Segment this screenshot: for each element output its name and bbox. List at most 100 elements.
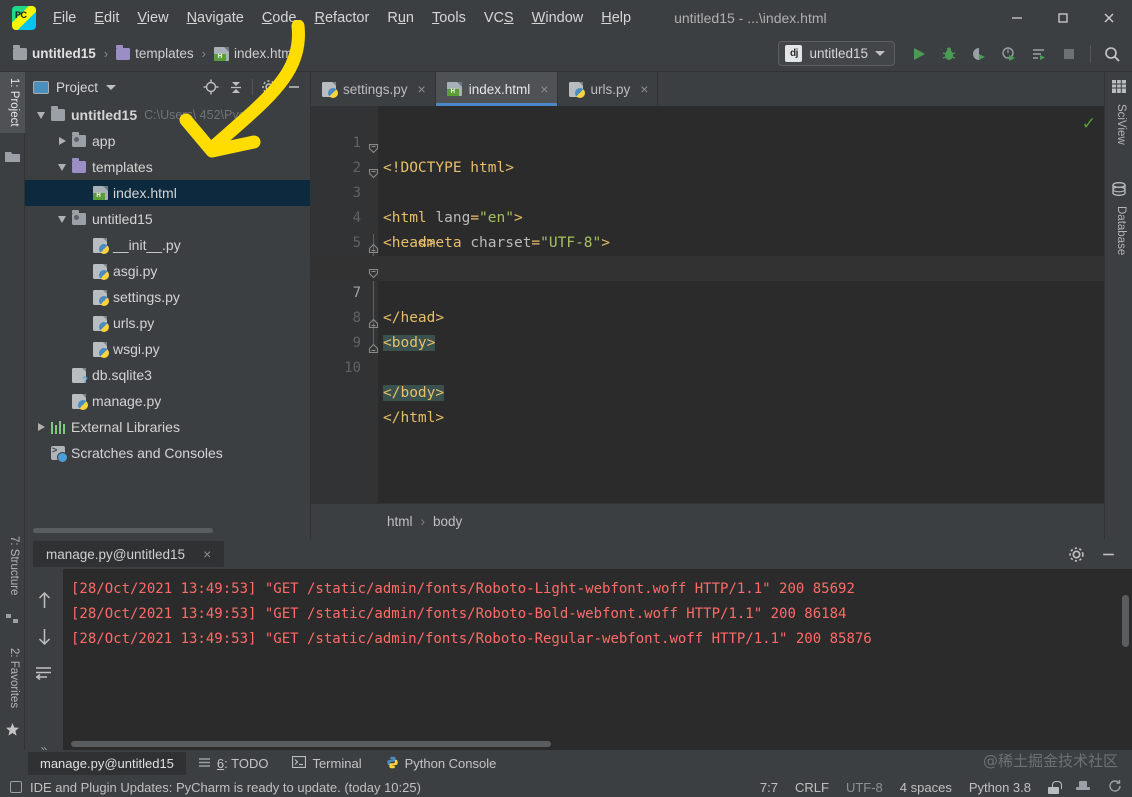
chevron-right-icon: › bbox=[101, 46, 111, 61]
inspection-ok-icon[interactable]: ✓ bbox=[1082, 114, 1096, 134]
profile-icon[interactable] bbox=[995, 40, 1023, 68]
menu-item-file[interactable]: File bbox=[44, 7, 85, 29]
hide-panel-icon[interactable] bbox=[282, 75, 306, 99]
sidebar-item-database[interactable]: Database bbox=[1107, 200, 1132, 261]
indent-setting[interactable]: 4 spaces bbox=[900, 780, 952, 795]
menu-item-navigate[interactable]: Navigate bbox=[178, 7, 253, 29]
tree-item-manage-py[interactable]: manage.py bbox=[25, 388, 310, 414]
line-separator[interactable]: CRLF bbox=[795, 780, 829, 795]
editor-tab-index-html[interactable]: index.html× bbox=[436, 72, 559, 106]
lock-icon[interactable] bbox=[1048, 781, 1059, 794]
maximize-icon[interactable] bbox=[1040, 0, 1086, 36]
settings-gear-icon[interactable] bbox=[1064, 542, 1088, 566]
hide-panel-icon[interactable] bbox=[1096, 542, 1120, 566]
fold-end-icon[interactable] bbox=[368, 313, 379, 324]
menu-item-refactor[interactable]: Refactor bbox=[306, 7, 379, 29]
menu-item-view[interactable]: View bbox=[128, 7, 177, 29]
bottom-tab-python-console[interactable]: Python Console bbox=[374, 752, 509, 776]
breadcrumb-item-untitled15[interactable]: untitled15 bbox=[10, 44, 99, 63]
menu-item-window[interactable]: Window bbox=[523, 7, 593, 29]
sync-icon[interactable] bbox=[1107, 778, 1122, 796]
console-horizontal-scrollbar[interactable] bbox=[71, 741, 551, 747]
search-everywhere-icon[interactable] bbox=[1098, 40, 1126, 68]
tree-item-templates[interactable]: templates bbox=[25, 154, 310, 180]
up-arrow-icon[interactable] bbox=[36, 591, 53, 614]
menu-item-code[interactable]: Code bbox=[253, 7, 306, 29]
editor-tab-settings-py[interactable]: settings.py× bbox=[311, 72, 436, 106]
down-arrow-icon[interactable] bbox=[36, 628, 53, 651]
chevron-right-icon[interactable] bbox=[54, 137, 70, 145]
close-icon[interactable]: × bbox=[540, 81, 548, 97]
fold-collapse-icon[interactable] bbox=[368, 263, 379, 274]
soft-wrap-icon[interactable] bbox=[35, 665, 53, 686]
console-line: [28/Oct/2021 13:49:53] "GET /static/admi… bbox=[71, 602, 1132, 627]
tree-item-index-html[interactable]: index.html bbox=[25, 180, 310, 206]
sidebar-item-favorites[interactable]: 2: Favorites bbox=[0, 642, 25, 714]
settings-gear-icon[interactable] bbox=[257, 75, 281, 99]
run-icon[interactable] bbox=[905, 40, 933, 68]
run-todo-icon[interactable] bbox=[1025, 40, 1053, 68]
minimize-icon[interactable] bbox=[994, 0, 1040, 36]
caret-position[interactable]: 7:7 bbox=[760, 780, 778, 795]
bottom-tab-6--todo[interactable]: 6: TODO bbox=[186, 752, 281, 776]
menu-item-tools[interactable]: Tools bbox=[423, 7, 475, 29]
sidebar-item-structure[interactable]: 7: Structure bbox=[0, 530, 25, 601]
menu-item-run[interactable]: Run bbox=[378, 7, 423, 29]
close-icon[interactable] bbox=[1086, 0, 1132, 36]
tree-item-app[interactable]: app bbox=[25, 128, 310, 154]
tree-item-settings-py[interactable]: settings.py bbox=[25, 284, 310, 310]
project-panel-scrollbar[interactable] bbox=[33, 528, 213, 533]
fold-collapse-icon[interactable] bbox=[368, 163, 379, 174]
bottom-tab-manage-py-untitled15[interactable]: manage.py@untitled15 bbox=[28, 752, 186, 775]
sidebar-item-sciview[interactable]: SciView bbox=[1107, 98, 1132, 151]
stop-icon[interactable] bbox=[1055, 40, 1083, 68]
hat-icon[interactable] bbox=[1076, 781, 1090, 793]
menu-item-help[interactable]: Help bbox=[592, 7, 640, 29]
notification-icon[interactable] bbox=[10, 781, 22, 793]
fold-end-icon[interactable] bbox=[368, 338, 379, 349]
tree-item---init---py[interactable]: __init__.py bbox=[25, 232, 310, 258]
file-encoding[interactable]: UTF-8 bbox=[846, 780, 883, 795]
run-coverage-icon[interactable] bbox=[965, 40, 993, 68]
close-icon[interactable]: × bbox=[418, 81, 426, 97]
console-vertical-scrollbar[interactable] bbox=[1122, 595, 1129, 647]
python-interpreter[interactable]: Python 3.8 bbox=[969, 780, 1031, 795]
project-tree[interactable]: untitled15C:\Users\ 452\Pychapptemplates… bbox=[25, 102, 310, 517]
chevron-down-icon[interactable] bbox=[54, 216, 70, 223]
fold-end-icon[interactable] bbox=[368, 238, 379, 249]
tree-item-wsgi-py[interactable]: wsgi.py bbox=[25, 336, 310, 362]
chevron-down-icon[interactable] bbox=[54, 164, 70, 171]
run-console[interactable]: [28/Oct/2021 13:49:53] "GET /static/admi… bbox=[63, 569, 1132, 750]
tree-item-urls-py[interactable]: urls.py bbox=[25, 310, 310, 336]
bottom-tab-terminal[interactable]: Terminal bbox=[280, 752, 373, 775]
tree-item-db-sqlite3[interactable]: db.sqlite3 bbox=[25, 362, 310, 388]
tree-item-label: __init__.py bbox=[113, 237, 181, 253]
chevron-down-icon[interactable] bbox=[106, 85, 116, 90]
close-icon[interactable]: × bbox=[640, 81, 648, 97]
tree-item-asgi-py[interactable]: asgi.py bbox=[25, 258, 310, 284]
run-tab[interactable]: manage.py@untitled15 × bbox=[33, 541, 224, 567]
tree-item-untitled15[interactable]: untitled15 bbox=[25, 206, 310, 232]
breadcrumb-item-templates[interactable]: templates bbox=[113, 44, 197, 63]
editor-tab-urls-py[interactable]: urls.py× bbox=[558, 72, 658, 106]
close-icon[interactable]: × bbox=[203, 546, 211, 562]
breadcrumb-body[interactable]: body bbox=[433, 514, 462, 529]
breadcrumb-html[interactable]: html bbox=[387, 514, 413, 529]
code-editor[interactable]: 1 <!DOCTYPE html> 2 <html lang="en"> 3 <… bbox=[311, 106, 1104, 503]
bottom-tool-tabs: manage.py@untitled156: TODOTerminalPytho… bbox=[0, 750, 1132, 777]
breadcrumb-item-index-html[interactable]: index.html bbox=[211, 44, 299, 63]
tree-item-scratches-and-consoles[interactable]: Scratches and Consoles bbox=[25, 440, 310, 466]
chevron-right-icon[interactable] bbox=[33, 423, 49, 431]
chevron-down-icon[interactable] bbox=[33, 112, 49, 119]
menu-item-edit[interactable]: Edit bbox=[85, 7, 128, 29]
fold-collapse-icon[interactable] bbox=[368, 138, 379, 149]
tree-item-untitled15[interactable]: untitled15C:\Users\ 452\Pych bbox=[25, 102, 310, 128]
collapse-all-icon[interactable] bbox=[224, 75, 248, 99]
status-message[interactable]: IDE and Plugin Updates: PyCharm is ready… bbox=[30, 780, 421, 795]
sidebar-item-project[interactable]: 1: Project bbox=[0, 72, 25, 133]
locate-icon[interactable] bbox=[199, 75, 223, 99]
tree-item-external-libraries[interactable]: External Libraries bbox=[25, 414, 310, 440]
debug-icon[interactable] bbox=[935, 40, 963, 68]
run-configuration-selector[interactable]: dj untitled15 bbox=[778, 41, 895, 66]
menu-item-vcs[interactable]: VCS bbox=[475, 7, 523, 29]
